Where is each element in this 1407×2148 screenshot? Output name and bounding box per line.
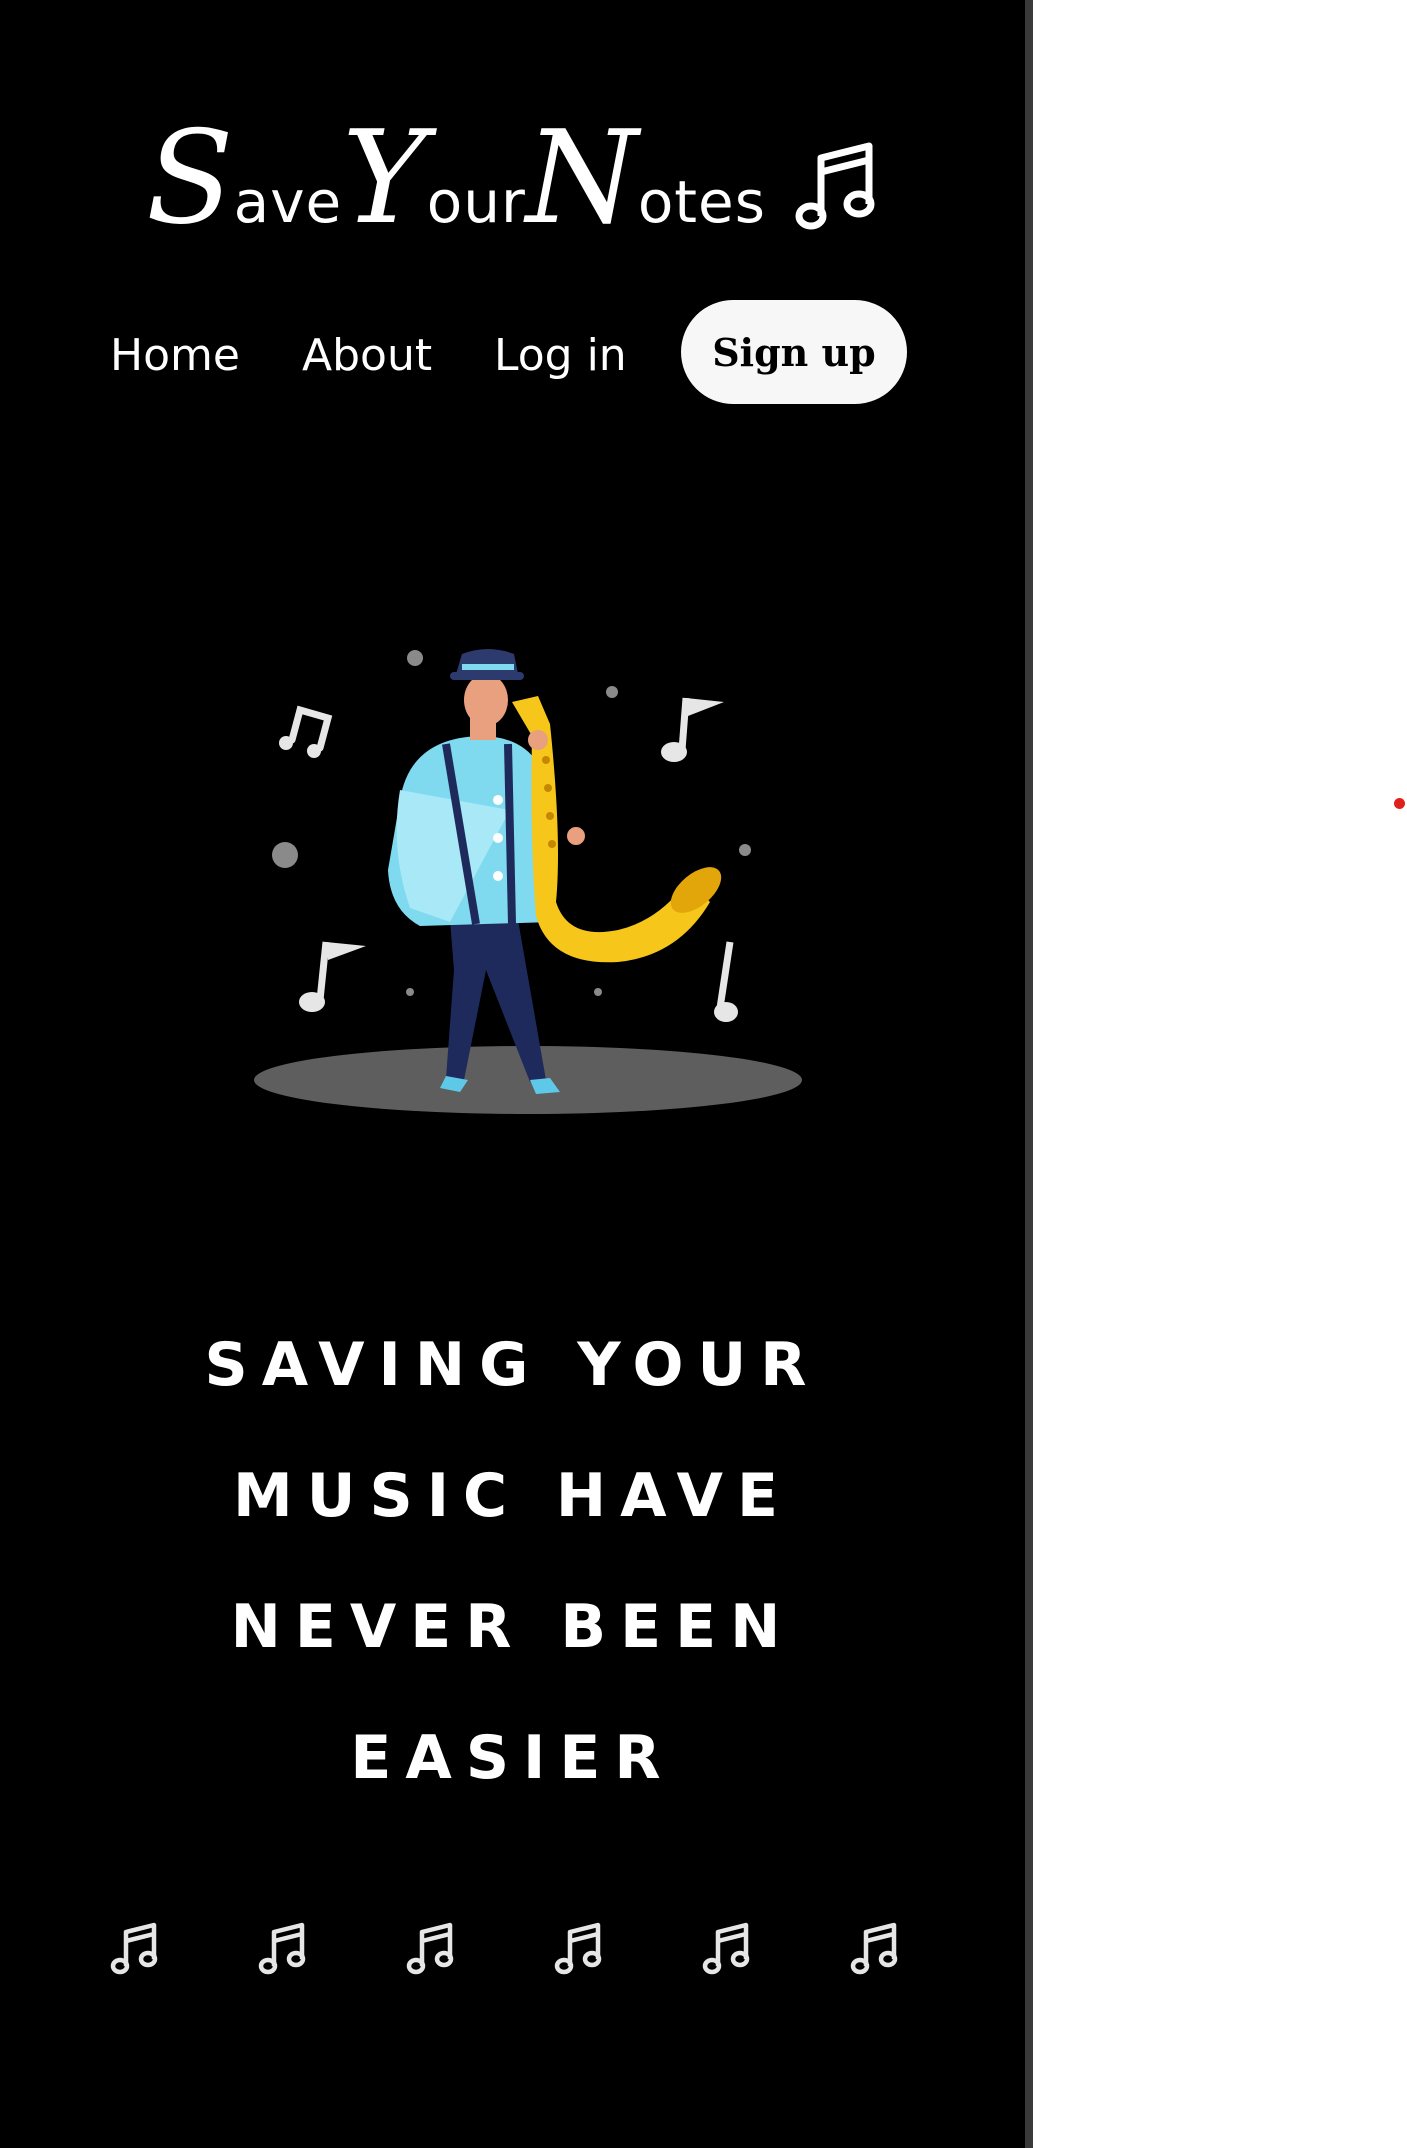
nav-link-login[interactable]: Log in — [494, 330, 627, 381]
headline-line: MUSIC HAVE — [233, 1461, 792, 1531]
headline-line: NEVER BEEN — [230, 1592, 795, 1662]
saxophone-player-illustration — [254, 649, 802, 1114]
logo-letter-n: N — [525, 104, 638, 253]
decor-dot — [594, 988, 602, 996]
nav-link-home[interactable]: Home — [110, 330, 240, 381]
nav-link-about[interactable]: About — [302, 330, 432, 381]
mobile-viewport-panel: SaveYourNotes Home About Log in Sign up — [0, 0, 1025, 2148]
floating-note-icon — [299, 941, 366, 1012]
logo-text-ave: ave — [233, 168, 343, 236]
music-notes-icon — [850, 1922, 898, 1975]
floating-note-icon — [661, 697, 724, 762]
music-notes-row — [110, 1920, 910, 1980]
red-marker-dot — [1394, 798, 1405, 809]
music-notes-icon — [258, 1922, 306, 1975]
hat — [456, 649, 518, 674]
logo-text-our: our — [426, 168, 526, 236]
decor-dot — [407, 650, 423, 666]
music-notes-icon — [795, 142, 875, 230]
hand — [567, 827, 585, 845]
decor-dot — [739, 844, 751, 856]
music-notes-icon — [554, 1922, 602, 1975]
site-logo[interactable]: SaveYourNotes — [0, 115, 1025, 265]
music-notes-icon — [406, 1922, 454, 1975]
suspender — [504, 743, 516, 925]
page: SaveYourNotes Home About Log in Sign up — [0, 0, 1407, 2148]
viewport-edge-divider — [1025, 0, 1033, 2148]
main-nav: Home About Log in Sign up — [0, 300, 1025, 410]
logo-letter-y: Y — [342, 104, 427, 253]
logo-text-otes: otes — [637, 168, 766, 236]
headline-line: EASIER — [350, 1723, 675, 1793]
floating-note-icon — [279, 705, 333, 758]
music-notes-icon — [702, 1922, 750, 1975]
music-notes-icon — [110, 1922, 158, 1975]
decor-dot — [272, 842, 298, 868]
decor-dot — [606, 686, 618, 698]
head — [464, 674, 508, 726]
hand — [528, 730, 548, 750]
logo-letter-s: S — [145, 104, 234, 253]
floating-note-icon — [714, 941, 738, 1022]
hero-headline: SAVING YOUR MUSIC HAVE NEVER BEEN EASIER — [100, 1300, 925, 1824]
decor-dot — [406, 988, 414, 996]
headline-line: SAVING YOUR — [204, 1330, 821, 1400]
signup-button[interactable]: Sign up — [681, 300, 907, 404]
